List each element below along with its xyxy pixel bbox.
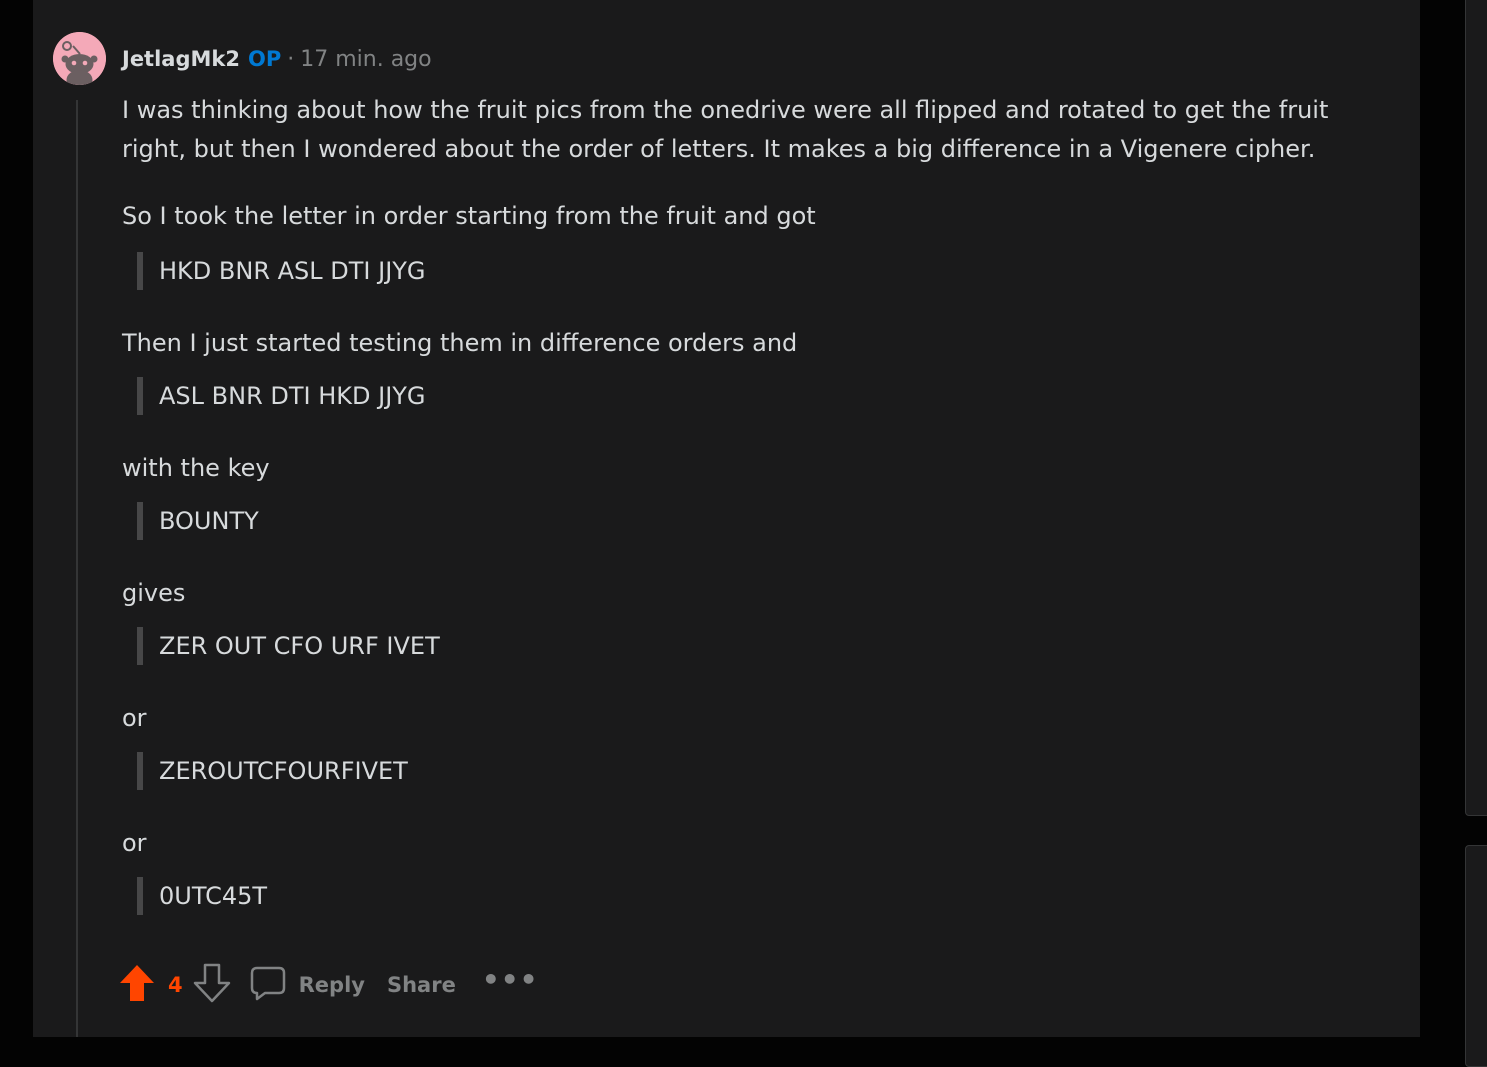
author-name[interactable]: JetlagMk2 [122,47,240,71]
quote-text: ZEROUTCFOURFIVET [159,757,408,785]
reply-label: Reply [298,973,365,997]
comment-paragraph: with the key [122,454,270,482]
comment-paragraph: I was thinking about how the fruit pics … [122,96,1329,163]
reply-button[interactable]: Reply [249,964,365,1007]
comment-paragraph: or [122,829,147,857]
comment-timestamp[interactable]: 17 min. ago [300,47,431,72]
blockquote: 0UTC45T [137,877,1342,915]
more-options-icon[interactable]: ••• [482,963,539,996]
share-label: Share [386,973,456,997]
comment-bubble-icon [249,964,287,1007]
sidebar-card [1465,0,1487,816]
vote-score: 4 [168,973,183,997]
upvote-arrow-icon[interactable] [118,963,156,1008]
blockquote: HKD BNR ASL DTI JJYG [137,252,1342,290]
blockquote: ZEROUTCFOURFIVET [137,752,1342,790]
comment-paragraph: or [122,704,147,732]
quote-text: BOUNTY [159,507,259,535]
blockquote: BOUNTY [137,502,1342,540]
meta-separator: · [287,46,295,72]
comment-paragraph: So I took the letter in order starting f… [122,202,816,230]
snoo-avatar-icon[interactable] [53,32,106,85]
comment-body: I was thinking about how the fruit pics … [122,91,1342,949]
quote-text: 0UTC45T [159,882,268,910]
thread-collapse-line[interactable] [76,100,78,1037]
quote-text: HKD BNR ASL DTI JJYG [159,257,426,285]
share-button[interactable]: Share [387,973,456,997]
op-badge: OP [247,47,282,71]
downvote-arrow-icon[interactable] [193,963,231,1008]
comment-paragraph: Then I just started testing them in diff… [122,329,798,357]
sidebar-card [1465,845,1487,1067]
comment-paragraph: gives [122,579,186,607]
quote-text: ASL BNR DTI HKD JJYG [159,382,426,410]
comment-actions: 4 Reply Share ••• [118,962,539,1008]
quote-text: ZER OUT CFO URF IVET [159,632,440,660]
blockquote: ASL BNR DTI HKD JJYG [137,377,1342,415]
comment-meta: JetlagMk2 OP · 17 min. ago [122,44,432,74]
blockquote: ZER OUT CFO URF IVET [137,627,1342,665]
